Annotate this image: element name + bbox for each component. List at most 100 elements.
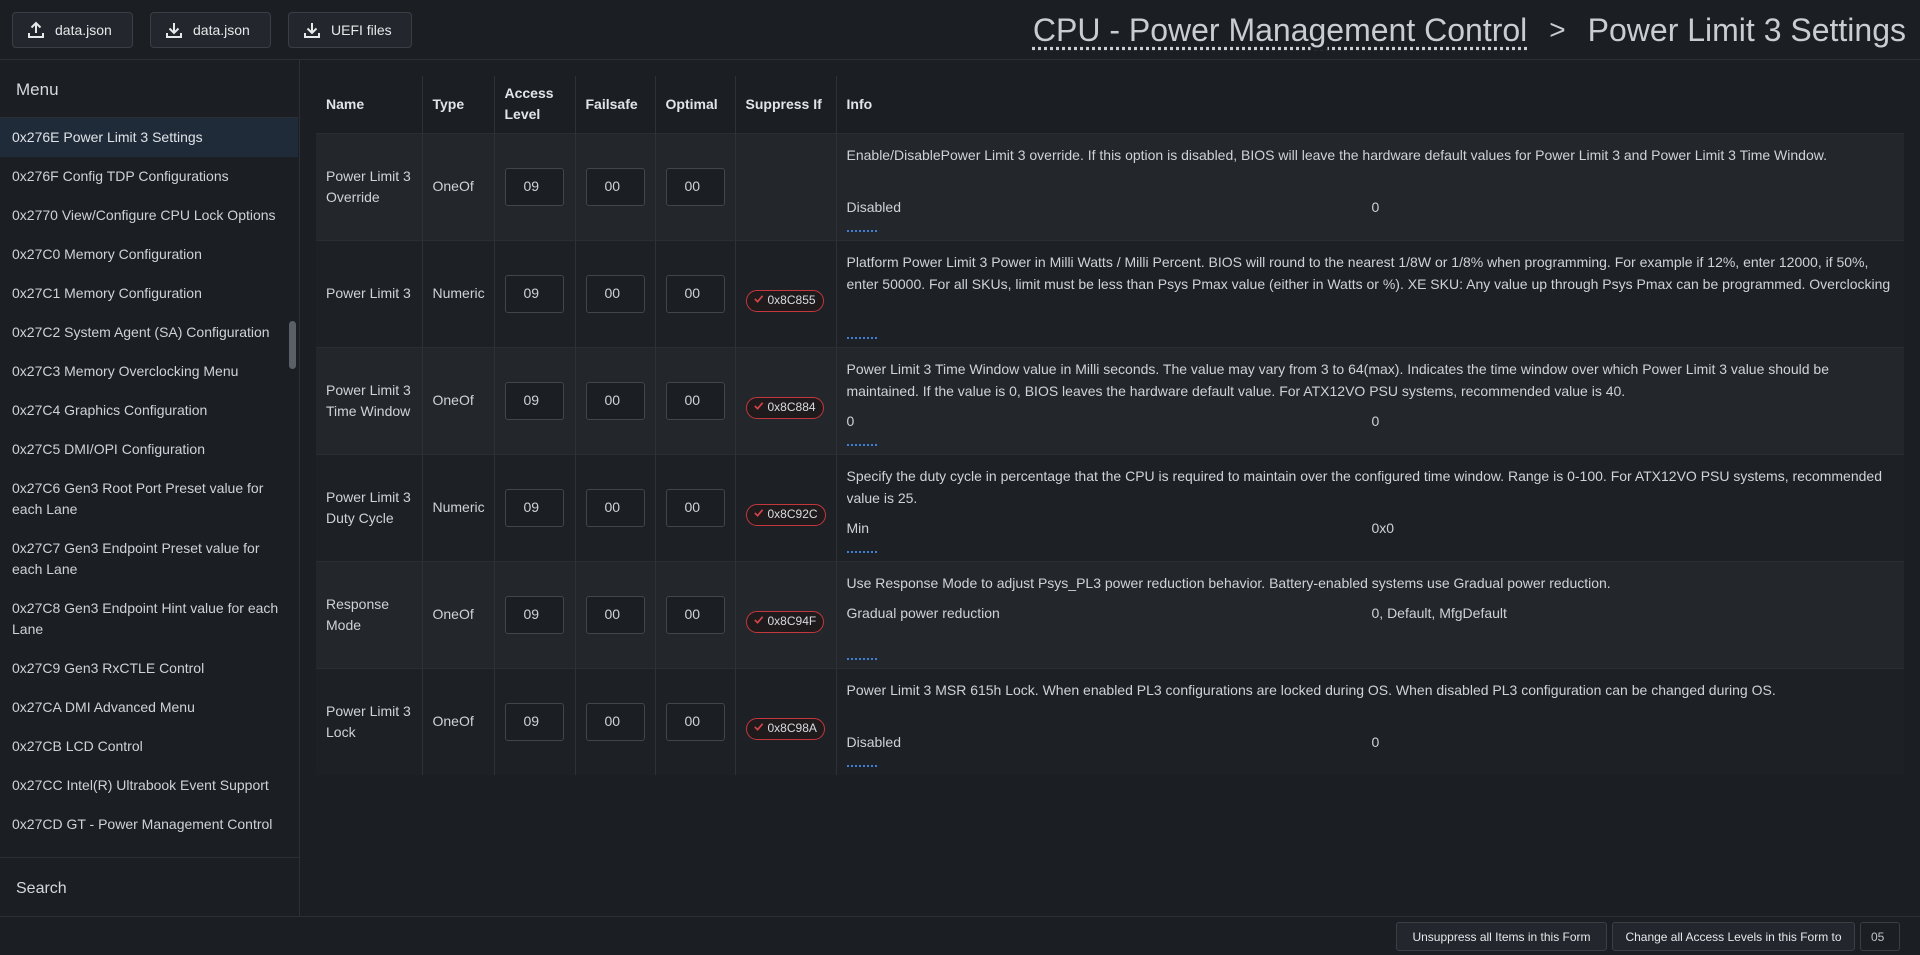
sidebar-menu-item[interactable]: 0x27C1 Memory Configuration [0,274,298,313]
sidebar-menu-item[interactable]: 0x27C8 Gen3 Endpoint Hint value for each… [0,589,298,649]
access-level-input[interactable]: 09 [504,702,564,741]
header-type: Type [422,76,495,133]
show-more-link[interactable] [846,657,877,660]
info-text: Specify the duty cycle in percentage tha… [846,467,1882,506]
sidebar-menu-item[interactable]: 0x27C7 Gen3 Endpoint Preset value for ea… [0,529,298,589]
sidebar-menu-item[interactable]: 0x27CA DMI Advanced Menu [0,688,298,727]
info-text: Enable/DisablePower Limit 3 override. If… [846,146,1827,163]
download-uefi-files-button[interactable]: UEFI files [288,12,412,48]
info-cell: Power Limit 3 MSR 615h Lock. When enable… [836,667,1904,775]
show-more-link[interactable] [846,336,877,339]
access-level-input[interactable]: 05 [1860,922,1900,951]
row-type: OneOf [422,346,495,454]
info-options: Disabled 0 Enabled 1 [847,197,1895,217]
sidebar-menu-item[interactable]: 0x27C3 Memory Overclocking Menu [0,352,298,391]
sidebar-menu-item[interactable]: 0x27CB LCD Control [0,727,298,766]
row-name: Power Limit 3 Duty Cycle [316,453,423,561]
option-value: 0 [1371,733,1380,750]
suppress-if-badge[interactable]: 0x8C94F [745,610,825,633]
failsafe-input[interactable]: 00 [585,381,645,420]
header-optimal: Optimal [655,76,736,133]
sidebar-menu-item[interactable]: 0x2770 View/Configure CPU Lock Options [0,196,298,235]
show-more-link[interactable] [846,229,877,232]
access-level-cell: 09 [494,453,576,561]
info-options: Gradual power reduction 0, Default, MfgD… [847,603,1895,623]
download-icon [304,23,320,38]
sidebar-menu-item[interactable]: 0x27C2 System Agent (SA) Configuration [0,313,298,352]
upload-data-json-button[interactable]: data.json [12,12,133,48]
suppress-if-badge[interactable]: 0x8C98A [745,717,825,740]
row-name: Power Limit 3 Override [316,132,423,240]
access-level-input[interactable]: 09 [504,167,564,206]
sidebar-menu-item[interactable]: 0x27C0 Memory Configuration [0,235,298,274]
info-text: Use Response Mode to adjust Psys_PL3 pow… [846,574,1611,591]
show-more-link[interactable] [846,443,877,446]
option-name: 0 [846,412,855,429]
table-row: Power Limit 3 Numeric 09 00 00 0x8C855 P… [316,239,1904,347]
show-more-link[interactable] [846,765,877,767]
search-panel[interactable]: Search [0,857,299,916]
row-type: OneOf [422,560,495,668]
upload-data-json-label: data.json [55,22,112,38]
access-level-input[interactable]: 09 [504,381,564,420]
failsafe-input[interactable]: 00 [585,488,645,527]
change-access-levels-button[interactable]: Change all Access Levels in this Form to [1612,922,1855,951]
table-row: Power Limit 3 Time Window OneOf 09 00 00… [316,346,1904,454]
optimal-input[interactable]: 00 [665,702,725,741]
footer-bar: Unsuppress all Items in this Form Change… [0,916,1920,955]
optimal-input[interactable]: 00 [665,488,725,527]
access-level-cell: 09 [494,667,576,775]
optimal-input[interactable]: 00 [665,274,725,313]
optimal-input[interactable]: 00 [665,167,725,206]
optimal-input[interactable]: 00 [665,381,725,420]
option-name: Min [846,519,870,536]
suppress-if-badge[interactable]: 0x8C92C [745,503,826,526]
sidebar-menu-item[interactable]: 0x27C4 Graphics Configuration [0,391,298,430]
download-icon [166,23,182,38]
top-toolbar: data.json data.json UEFI files CPU - Pow… [0,0,1920,60]
failsafe-input[interactable]: 00 [585,595,645,634]
check-icon [753,718,764,739]
suppress-if-badge[interactable]: 0x8C884 [745,396,824,419]
sidebar-menu-item[interactable]: 0x27CC Intel(R) Ultrabook Event Support [0,766,298,805]
sidebar-menu-item[interactable]: 0x276F Config TDP Configurations [0,157,298,196]
sidebar: Menu 0x276E Power Limit 3 Settings 0x276F… [0,60,300,916]
row-type: OneOf [422,132,495,240]
sidebar-menu-item[interactable]: 0x27CD GT - Power Management Control [0,805,298,844]
suppress-if-badge[interactable]: 0x8C855 [745,289,824,312]
option-value: 0x0 [1371,519,1395,536]
suppress-if-cell [735,132,837,240]
menu-title: Menu [16,80,59,99]
suppress-if-cell: 0x8C94F [735,560,837,668]
access-level-input[interactable]: 09 [504,274,564,313]
breadcrumb: CPU - Power Management Control > Power L… [1033,10,1906,50]
access-level-input[interactable]: 09 [504,488,564,527]
failsafe-input[interactable]: 00 [585,167,645,206]
check-icon [753,611,764,632]
breadcrumb-parent-link[interactable]: CPU - Power Management Control [1033,12,1527,49]
info-options: Min 0x0 [847,518,1895,538]
row-name: Power Limit 3 [316,239,423,347]
sidebar-menu-item[interactable]: 0x27C9 Gen3 RxCTLE Control [0,649,298,688]
search-label[interactable]: Search [16,880,67,898]
info-cell: Specify the duty cycle in percentage tha… [836,453,1904,561]
optimal-cell: 00 [655,453,736,561]
sidebar-menu-item[interactable]: 0x27C6 Gen3 Root Port Preset value for e… [0,469,298,529]
upload-icon [28,21,44,38]
info-text: Power Limit 3 Time Window value in Milli… [846,360,1830,399]
sidebar-scrollbar[interactable] [289,321,296,369]
page-title: Power Limit 3 Settings [1587,11,1906,48]
access-level-input[interactable]: 09 [504,595,564,634]
optimal-input[interactable]: 00 [665,595,725,634]
optimal-cell: 00 [655,239,736,347]
download-data-json-button[interactable]: data.json [150,12,271,48]
sidebar-menu-item[interactable]: 0x27C5 DMI/OPI Configuration [0,430,298,469]
failsafe-input[interactable]: 00 [585,702,645,741]
show-more-link[interactable] [846,550,877,553]
failsafe-input[interactable]: 00 [585,274,645,313]
sidebar-menu-item[interactable]: 0x276E Power Limit 3 Settings [0,118,298,157]
unsuppress-all-button[interactable]: Unsuppress all Items in this Form [1396,922,1607,951]
access-level-cell: 09 [494,239,576,347]
optimal-cell: 00 [655,132,736,240]
row-name: Response Mode [316,560,423,668]
